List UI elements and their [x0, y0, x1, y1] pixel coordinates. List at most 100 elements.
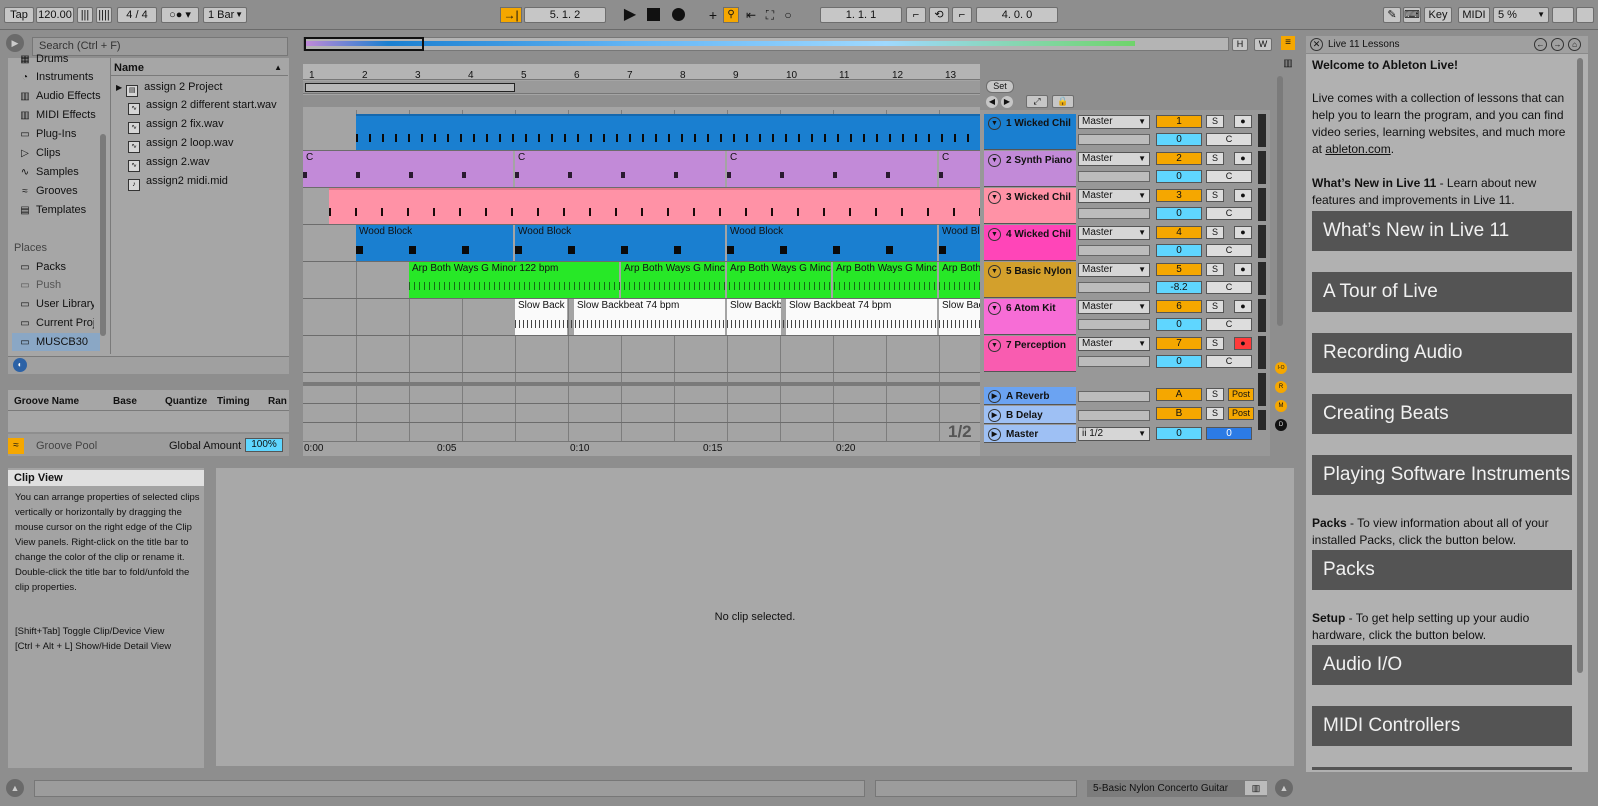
lesson-button-whats-new[interactable]: What’s New in Live 11: [1312, 211, 1572, 251]
follow-button[interactable]: →|: [500, 7, 522, 23]
place-push[interactable]: ▭ Push: [18, 276, 61, 294]
expand-tracks-icon[interactable]: ⤢: [1026, 95, 1048, 108]
browser-category-instruments[interactable]: ◔ Instruments: [18, 68, 94, 86]
output-routing-menu[interactable]: Master ▼: [1078, 337, 1150, 351]
file-item[interactable]: ♪ assign2 midi.mid: [128, 172, 228, 191]
audio-clip[interactable]: Slow Backb: [727, 299, 781, 335]
lesson-button-recording[interactable]: Recording Audio: [1312, 333, 1572, 373]
return-output-field[interactable]: [1078, 410, 1150, 421]
computer-midi-keyboard-button[interactable]: ⌨: [1403, 7, 1421, 23]
midi-clip[interactable]: C: [303, 151, 513, 187]
time-ruler[interactable]: [303, 441, 980, 455]
time-signature-field[interactable]: 4 / 4: [117, 7, 157, 23]
capture-icon[interactable]: ⛶: [762, 7, 778, 23]
fold-icon[interactable]: ▶: [988, 409, 1001, 422]
pan-field[interactable]: C: [1206, 318, 1252, 331]
clip-view-toggle-icon[interactable]: ≡: [1281, 36, 1295, 50]
loop-length-field[interactable]: 4. 0. 0: [976, 7, 1058, 23]
midi-clip[interactable]: Wood Bl: [939, 225, 980, 261]
audio-clip[interactable]: Slow Backbeat 74 bpm: [786, 299, 937, 335]
midi-clip[interactable]: Wood Block: [356, 225, 513, 261]
audio-clip[interactable]: Arp Both Ways G Minor 122 bpm: [409, 262, 619, 298]
quantize-menu[interactable]: 1 Bar ▼: [203, 7, 247, 23]
master-volume-field[interactable]: 0: [1156, 427, 1202, 440]
returns-toggle-icon[interactable]: R: [1275, 381, 1287, 393]
lock-icon[interactable]: 🔒: [1052, 95, 1074, 108]
solo-button[interactable]: S: [1206, 337, 1224, 350]
loop-brace[interactable]: [305, 83, 515, 92]
sends-field[interactable]: [1078, 282, 1150, 293]
back-to-arrangement-icon[interactable]: ⇤: [743, 7, 759, 23]
ableton-link[interactable]: ableton.com: [1325, 142, 1390, 156]
session-record-icon[interactable]: ○: [780, 7, 796, 23]
solo-button[interactable]: S: [1206, 152, 1224, 165]
punch-out-button[interactable]: ⌐: [952, 7, 972, 23]
output-routing-menu[interactable]: Master ▼: [1078, 226, 1150, 240]
browser-search-input[interactable]: Search (Ctrl + F): [32, 37, 288, 56]
midi-clip[interactable]: C: [727, 151, 937, 187]
tap-button[interactable]: Tap: [4, 7, 34, 23]
sends-field[interactable]: [1078, 245, 1150, 256]
sends-field[interactable]: [1078, 171, 1150, 182]
headphones-icon[interactable]: ◐: [13, 358, 27, 372]
fold-icon[interactable]: ▶: [988, 390, 1001, 403]
fold-icon[interactable]: ▼: [988, 117, 1001, 130]
key-map-button[interactable]: Key: [1424, 7, 1452, 23]
play-icon[interactable]: ▶: [622, 7, 638, 23]
arm-button[interactable]: ●: [1234, 152, 1252, 165]
delay-toggle-icon[interactable]: D: [1275, 419, 1287, 431]
sends-field[interactable]: [1078, 319, 1150, 330]
track-activator-button[interactable]: 5: [1156, 263, 1202, 276]
width-button[interactable]: W: [1254, 38, 1272, 51]
solo-button[interactable]: S: [1206, 263, 1224, 276]
volume-field[interactable]: 0: [1156, 133, 1202, 146]
output-routing-menu[interactable]: Master ▼: [1078, 263, 1150, 277]
info-toggle-icon[interactable]: ▲: [6, 779, 24, 797]
track-header[interactable]: ▼ 6 Atom Kit: [984, 299, 1076, 335]
browser-category-midi-effects[interactable]: ▥ MIDI Effects: [18, 106, 95, 124]
pan-field[interactable]: C: [1206, 244, 1252, 257]
detail-toggle-icon[interactable]: ▲: [1275, 779, 1293, 797]
back-icon[interactable]: ←: [1534, 38, 1547, 51]
volume-field[interactable]: 0: [1156, 244, 1202, 257]
output-routing-menu[interactable]: Master ▼: [1078, 152, 1150, 166]
loop-switch-button[interactable]: ⟲: [929, 7, 949, 23]
pan-field[interactable]: C: [1206, 207, 1252, 220]
track-header[interactable]: ▼ 1 Wicked Chil: [984, 114, 1076, 150]
solo-button[interactable]: S: [1206, 300, 1224, 313]
browser-scrollbar[interactable]: [100, 134, 106, 336]
place-muscb30[interactable]: ▭ MUSCB30: [12, 333, 100, 351]
lesson-button-beats[interactable]: Creating Beats: [1312, 394, 1572, 434]
arrangement-scrollbar[interactable]: [1277, 76, 1283, 326]
volume-field[interactable]: 0: [1156, 318, 1202, 331]
file-item[interactable]: ∿ assign 2 loop.wav: [128, 134, 233, 153]
track-activator-button[interactable]: 7: [1156, 337, 1202, 350]
close-icon[interactable]: ✕: [1310, 38, 1323, 51]
beat-ruler[interactable]: [303, 64, 980, 80]
volume-field[interactable]: 0: [1156, 207, 1202, 220]
volume-field[interactable]: 0: [1156, 170, 1202, 183]
sends-field[interactable]: [1078, 208, 1150, 219]
lesson-button-packs[interactable]: Packs: [1312, 550, 1572, 590]
draw-mode-button[interactable]: ✎: [1383, 7, 1401, 23]
solo-button[interactable]: S: [1206, 115, 1224, 128]
browser-category-drums[interactable]: ▦ Drums: [18, 50, 68, 64]
track-activator-button[interactable]: 4: [1156, 226, 1202, 239]
track-header[interactable]: ▼ 3 Wicked Chil: [984, 188, 1076, 224]
master-track-header[interactable]: ▶ Master: [984, 425, 1076, 443]
fold-icon[interactable]: ▼: [988, 265, 1001, 278]
browser-category-clips[interactable]: ▷ Clips: [18, 144, 60, 162]
nudge-up-button[interactable]: ||||: [96, 7, 112, 23]
output-routing-menu[interactable]: Master ▼: [1078, 189, 1150, 203]
overview-visible-region[interactable]: [304, 37, 424, 51]
groove-pool-icon[interactable]: ≈: [8, 438, 24, 454]
pan-field[interactable]: C: [1206, 281, 1252, 294]
set-locator-button[interactable]: Set: [986, 80, 1014, 93]
browser-category-grooves[interactable]: ≈ Grooves: [18, 182, 77, 200]
solo-button[interactable]: S: [1206, 407, 1224, 420]
place-user-library[interactable]: ▭ User Library: [18, 295, 94, 313]
return-activator-button[interactable]: B: [1156, 407, 1202, 420]
solo-button[interactable]: S: [1206, 189, 1224, 202]
fold-icon[interactable]: ▶: [988, 428, 1001, 441]
midi-clip[interactable]: Wood Block: [515, 225, 725, 261]
